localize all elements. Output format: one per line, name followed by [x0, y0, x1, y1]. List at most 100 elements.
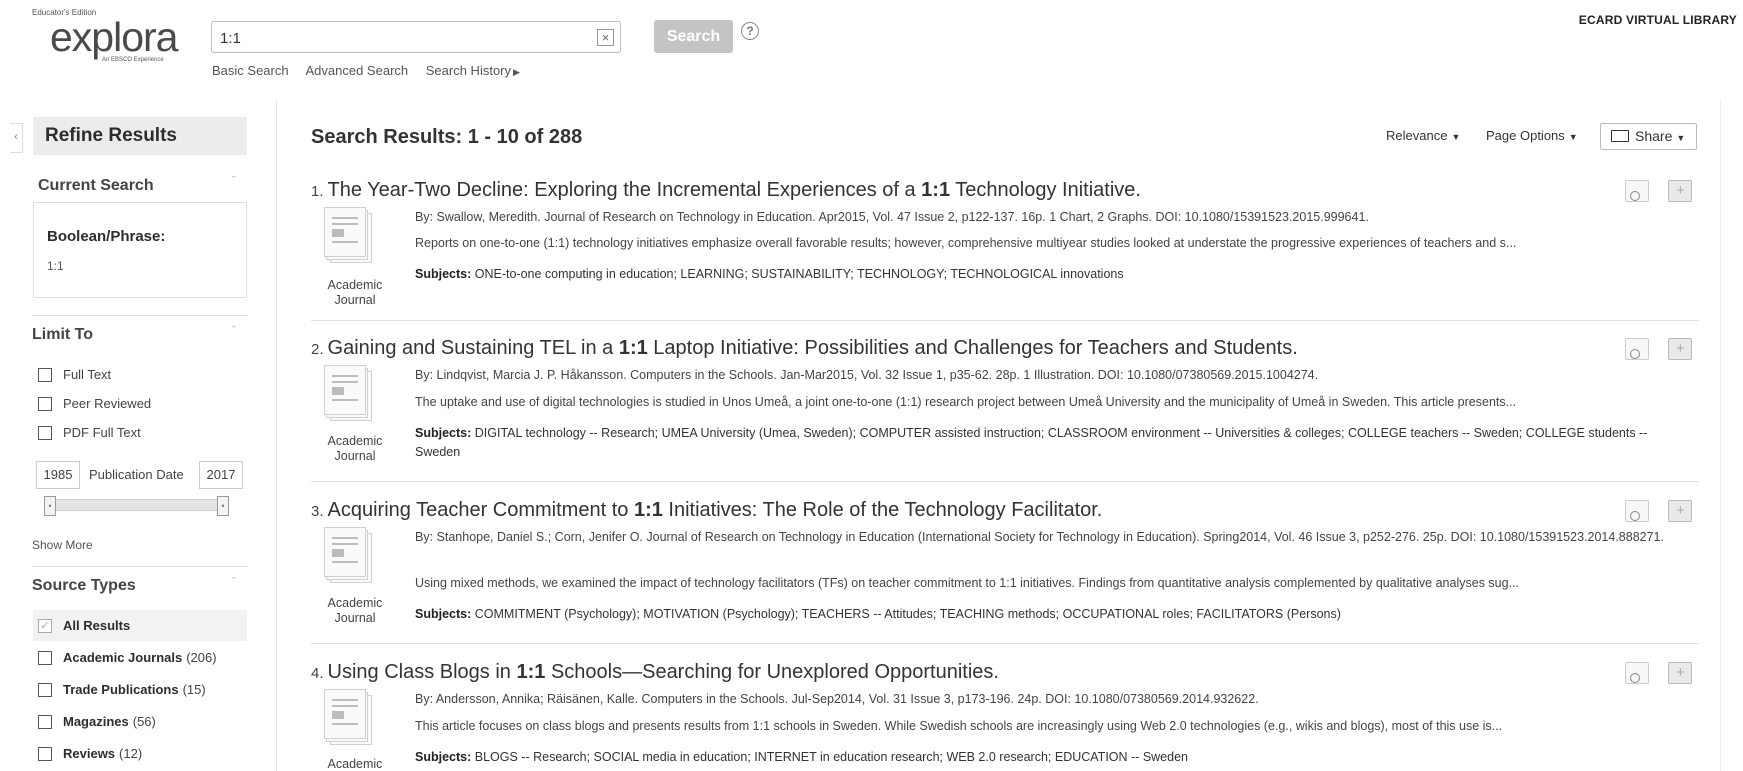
sidebar-divider [276, 100, 277, 771]
date-from-input[interactable]: 1985 [36, 461, 80, 489]
search-history-label: Search History [425, 63, 511, 78]
add-to-folder-icon[interactable] [1668, 662, 1692, 684]
chevron-down-icon[interactable]: ˇ [232, 175, 236, 187]
preview-icon[interactable] [1625, 662, 1649, 684]
source-types-title[interactable]: Source Types [32, 577, 136, 595]
source-count: (12) [119, 746, 143, 761]
result-abstract: This article focuses on class blogs and … [415, 719, 1503, 733]
library-name: ECARD VIRTUAL LIBRARY [1578, 13, 1737, 27]
title-part: Using Class Blogs in [327, 661, 517, 683]
checkbox-peer-reviewed[interactable] [38, 396, 52, 411]
caret-right-icon: ▶ [513, 67, 520, 77]
date-slider-track[interactable] [48, 499, 226, 511]
checkbox-pdf-full-text[interactable] [38, 425, 52, 440]
title-part: Schools—Searching for Unexplored Opportu… [545, 661, 999, 683]
subjects-label: Subjects: [415, 426, 472, 440]
academic-journal-icon[interactable] [324, 365, 384, 421]
result-title-link[interactable]: 3. Acquiring Teacher Commitment to 1:1 In… [311, 499, 1102, 522]
limit-pdf-full-text-label: PDF Full Text [63, 425, 141, 440]
caret-down-icon: ▼ [1451, 132, 1461, 142]
checkbox-reviews[interactable] [38, 746, 52, 761]
divider [32, 566, 248, 567]
advanced-search-link[interactable]: Advanced Search [306, 63, 409, 78]
share-button[interactable]: Share ▼ [1600, 123, 1697, 150]
search-box: × [211, 21, 621, 53]
result-title-link[interactable]: 1. The Year-Two Decline: Exploring the In… [311, 179, 1141, 202]
search-button[interactable]: Search [654, 20, 733, 53]
result-subjects: Subjects: DIGITAL technology -- Research… [415, 424, 1695, 462]
current-search-box: Boolean/Phrase: 1:1 [33, 202, 247, 298]
source-all-results[interactable]: ✓ All Results [33, 610, 247, 641]
result-citation: By: Swallow, Meredith. Journal of Resear… [415, 210, 1369, 224]
title-part: Acquiring Teacher Commitment to [327, 499, 634, 521]
result-divider [311, 320, 1699, 321]
source-label: Magazines [63, 714, 129, 729]
source-count: (206) [186, 650, 217, 665]
date-slider-min-handle[interactable]: • [44, 496, 56, 516]
explora-logo[interactable]: Educator's Edition explora An EBSCO Expe… [30, 8, 190, 68]
result-number: 1. [311, 183, 324, 200]
result-item-4: 4. Using Class Blogs in 1:1 Schools—Searc… [311, 661, 1699, 771]
source-label: Reviews [63, 746, 116, 761]
subjects-label: Subjects: [415, 607, 472, 621]
header: Educator's Edition explora An EBSCO Expe… [0, 0, 1743, 95]
preview-icon[interactable] [1625, 500, 1649, 522]
relevance-label: Relevance [1386, 128, 1448, 143]
subjects-text: BLOGS -- Research; SOCIAL media in educa… [474, 750, 1188, 764]
checkbox-magazines[interactable] [38, 714, 52, 729]
search-input[interactable] [220, 28, 580, 48]
checkbox-trade-publications[interactable] [38, 682, 52, 697]
source-label: All Results [63, 618, 131, 633]
result-title-link[interactable]: 4. Using Class Blogs in 1:1 Schools—Searc… [311, 661, 999, 684]
result-divider [311, 481, 1699, 482]
limit-peer-reviewed[interactable]: Peer Reviewed [38, 396, 151, 411]
search-links: Basic Search Advanced Search Search Hist… [212, 63, 548, 78]
result-number: 4. [311, 665, 324, 682]
result-number: 3. [311, 503, 324, 520]
clear-search-icon[interactable]: × [597, 29, 614, 46]
chevron-down-icon[interactable]: ˇ [232, 325, 236, 337]
limit-to-title[interactable]: Limit To [32, 326, 93, 344]
add-to-folder-icon[interactable] [1668, 500, 1692, 522]
page-options-dropdown[interactable]: Page Options ▼ [1486, 128, 1578, 143]
help-icon[interactable]: ? [741, 22, 759, 40]
source-count: (15) [182, 682, 206, 697]
source-label: Academic Journals [63, 650, 183, 665]
show-more-link[interactable]: Show More [32, 538, 93, 552]
source-magazines[interactable]: Magazines (56) [33, 706, 247, 737]
limit-full-text[interactable]: Full Text [38, 367, 111, 382]
title-highlight: 1:1 [921, 179, 951, 201]
share-icon [1611, 130, 1629, 142]
checkbox-all-results[interactable]: ✓ [38, 618, 52, 633]
basic-search-link[interactable]: Basic Search [212, 63, 289, 78]
result-item-2: 2. Gaining and Sustaining TEL in a 1:1 La… [311, 337, 1699, 477]
result-item-1: 1. The Year-Two Decline: Exploring the In… [311, 179, 1699, 309]
subjects-label: Subjects: [415, 267, 472, 281]
chevron-down-icon[interactable]: ˇ [232, 576, 236, 588]
boolean-phrase-label: Boolean/Phrase: [47, 228, 166, 245]
date-to-input[interactable]: 2017 [199, 461, 243, 489]
checkbox-academic-journals[interactable] [38, 650, 52, 665]
academic-journal-icon[interactable] [324, 689, 384, 745]
search-history-link[interactable]: Search History ▶ [426, 63, 534, 78]
source-label: Trade Publications [63, 682, 179, 697]
source-reviews[interactable]: Reviews (12) [33, 738, 247, 769]
date-slider-max-handle[interactable]: • [217, 496, 229, 516]
publication-type: Academic Journal [327, 434, 383, 463]
source-trade-publications[interactable]: Trade Publications (15) [33, 674, 247, 705]
source-academic-journals[interactable]: Academic Journals (206) [33, 642, 247, 673]
preview-icon[interactable] [1625, 180, 1649, 202]
add-to-folder-icon[interactable] [1668, 180, 1692, 202]
results-count-title: Search Results: 1 - 10 of 288 [311, 126, 583, 148]
collapse-sidebar-icon[interactable]: ‹ [10, 123, 23, 153]
add-to-folder-icon[interactable] [1668, 338, 1692, 360]
relevance-sort-dropdown[interactable]: Relevance ▼ [1386, 128, 1460, 143]
preview-icon[interactable] [1625, 338, 1649, 360]
limit-pdf-full-text[interactable]: PDF Full Text [38, 425, 141, 440]
current-search-title[interactable]: Current Search [38, 177, 154, 195]
checkbox-full-text[interactable] [38, 367, 52, 382]
caret-down-icon: ▼ [1568, 132, 1578, 142]
academic-journal-icon[interactable] [324, 207, 384, 263]
academic-journal-icon[interactable] [324, 527, 384, 583]
result-title-link[interactable]: 2. Gaining and Sustaining TEL in a 1:1 La… [311, 337, 1298, 360]
